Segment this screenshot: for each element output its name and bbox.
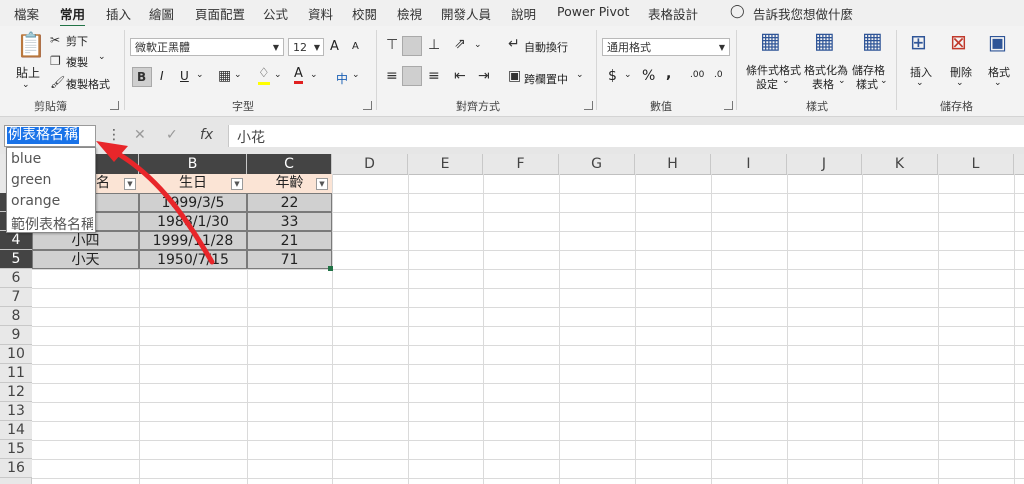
annotation-arrow	[96, 141, 215, 265]
